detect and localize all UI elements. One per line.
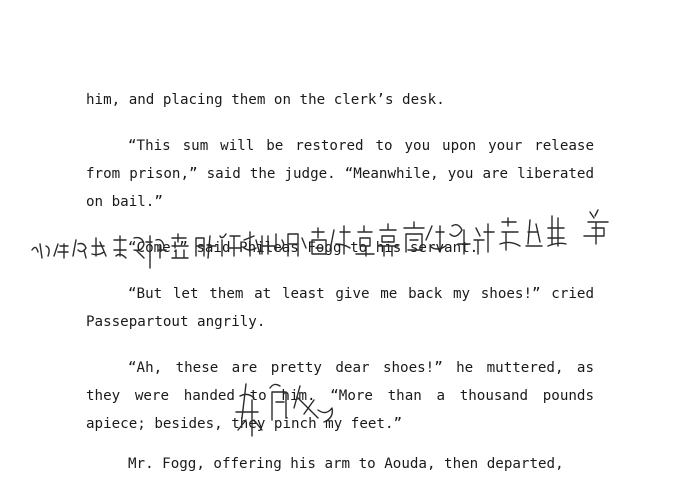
document-page: him, and placing them on the clerk’s des…	[0, 0, 680, 472]
paragraph: “Come!” said Phileas Fogg to his servant…	[128, 240, 479, 256]
paragraph: Mr. Fogg, offering his arm to Aouda, the…	[128, 456, 564, 472]
paragraph: “Ah, these are pretty dear shoes!” he mu…	[86, 360, 594, 432]
paragraph: “But let them at least give me back my s…	[86, 286, 594, 330]
paragraph: “This sum will be restored to you upon y…	[86, 138, 594, 210]
paragraph: him, and placing them on the clerk’s des…	[86, 92, 445, 108]
